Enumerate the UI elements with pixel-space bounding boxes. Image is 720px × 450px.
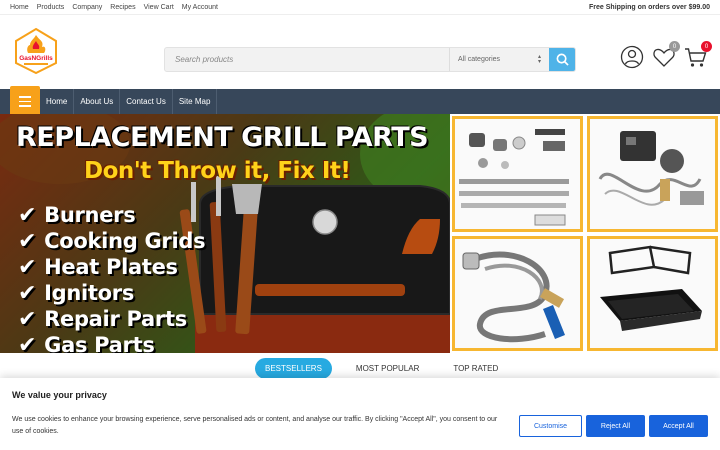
cookie-buttons: Customise Reject All Accept All: [519, 415, 708, 437]
accept-all-button[interactable]: Accept All: [649, 415, 708, 437]
ignitor-kit-image: [598, 131, 704, 206]
banner-feature-list: ✔ Burners ✔ Cooking Grids ✔ Heat Plates ✔ Ig…: [18, 202, 206, 354]
cart-count-badge: 0: [701, 41, 712, 52]
tab-most-popular[interactable]: MOST POPULAR: [346, 358, 429, 379]
wishlist-button[interactable]: 0: [652, 41, 680, 69]
nav-item-home[interactable]: Home: [40, 89, 75, 114]
feature-label: Heat Plates: [44, 255, 178, 279]
top-link-recipes[interactable]: Recipes: [110, 4, 135, 11]
feature-item: ✔ Burners: [18, 202, 205, 228]
reject-all-button[interactable]: Reject All: [586, 415, 645, 437]
top-links: Home Products Company Recipes View Cart …: [10, 4, 218, 11]
top-link-view-cart[interactable]: View Cart: [144, 4, 174, 11]
tab-bestsellers[interactable]: BESTSELLERS: [255, 358, 332, 379]
nav-item-contact-us[interactable]: Contact Us: [120, 89, 173, 114]
search-icon: [556, 53, 569, 66]
cart-button[interactable]: 0: [684, 41, 712, 69]
feature-label: Cooking Grids: [44, 229, 206, 253]
grill-parts-kit-image: [459, 129, 569, 226]
main-navigation: Home About Us Contact Us Site Map: [0, 86, 720, 117]
product-tile-gas-hose: [452, 235, 583, 351]
hamburger-icon-line: [19, 100, 31, 103]
customise-button[interactable]: Customise: [519, 415, 582, 437]
feature-item: ✔ Ignitors: [18, 280, 205, 306]
feature-item: ✔ Heat Plates: [18, 254, 205, 280]
product-tile-grease-tray: [587, 235, 718, 351]
site-logo[interactable]: GasNGrills: [12, 27, 60, 75]
account-button[interactable]: [620, 45, 644, 69]
cookie-text: We use cookies to enhance your browsing …: [12, 416, 498, 435]
checkmark-icon: ✔: [18, 332, 37, 354]
top-bar: Home Products Company Recipes View Cart …: [0, 0, 720, 15]
banner-subtitle: Don't Throw it, Fix It!: [84, 158, 351, 184]
hamburger-icon-line: [19, 105, 31, 107]
cookie-consent-banner: We value your privacy We use cookies to …: [0, 378, 720, 450]
site-header: GasNGrills Search products All categorie…: [0, 15, 720, 89]
product-tile-grill-parts-kit: [452, 116, 583, 232]
banner-title: REPLACEMENT GRILL PARTS: [16, 122, 429, 153]
checkmark-icon: ✔: [18, 254, 37, 280]
feature-label: Burners: [44, 203, 136, 227]
select-arrows-icon: ▴ ▾: [537, 53, 541, 65]
feature-item: ✔ Cooking Grids: [18, 228, 206, 254]
feature-label: Gas Parts: [44, 333, 155, 353]
user-icon: [620, 45, 644, 69]
search-bar: Search products All categories ▴ ▾: [164, 47, 576, 72]
search-button[interactable]: [549, 48, 575, 71]
tab-top-rated[interactable]: TOP RATED: [443, 358, 508, 379]
svg-text:GasNGrills: GasNGrills: [19, 55, 53, 62]
top-link-my-account[interactable]: My Account: [182, 4, 218, 11]
product-tile-ignitor: [587, 116, 718, 232]
header-icons: 0 0: [620, 41, 712, 69]
checkmark-icon: ✔: [18, 202, 37, 228]
banner-product-grid: [450, 114, 720, 353]
checkmark-icon: ✔: [18, 228, 37, 254]
nav-item-about-us[interactable]: About Us: [74, 89, 121, 114]
product-tabs: BESTSELLERS MOST POPULAR TOP RATED: [255, 358, 508, 379]
category-select[interactable]: All categories ▴ ▾: [449, 48, 549, 71]
category-select-value: All categories: [458, 56, 501, 63]
cookie-title: We value your privacy: [12, 390, 107, 400]
top-link-company[interactable]: Company: [72, 4, 102, 11]
hero-banner[interactable]: REPLACEMENT GRILL PARTS Don't Throw it, …: [0, 114, 720, 353]
hamburger-icon-line: [19, 96, 31, 98]
feature-item: ✔ Gas Parts: [18, 332, 205, 354]
search-input[interactable]: Search products: [165, 48, 449, 71]
banner-main-image: REPLACEMENT GRILL PARTS Don't Throw it, …: [0, 114, 450, 353]
top-link-home[interactable]: Home: [10, 4, 29, 11]
feature-item: ✔ Repair Parts: [18, 306, 205, 332]
checkmark-icon: ✔: [18, 280, 37, 306]
feature-label: Ignitors: [44, 281, 135, 305]
gas-hose-image: [462, 251, 565, 342]
top-link-products[interactable]: Products: [37, 4, 65, 11]
feature-label: Repair Parts: [44, 307, 187, 331]
checkmark-icon: ✔: [18, 306, 37, 332]
wishlist-count-badge: 0: [669, 41, 680, 52]
shipping-notice: Free Shipping on orders over $99.00: [589, 3, 710, 11]
menu-toggle-button[interactable]: [10, 86, 40, 117]
nav-item-site-map[interactable]: Site Map: [173, 89, 218, 114]
grease-tray-image: [600, 245, 702, 331]
